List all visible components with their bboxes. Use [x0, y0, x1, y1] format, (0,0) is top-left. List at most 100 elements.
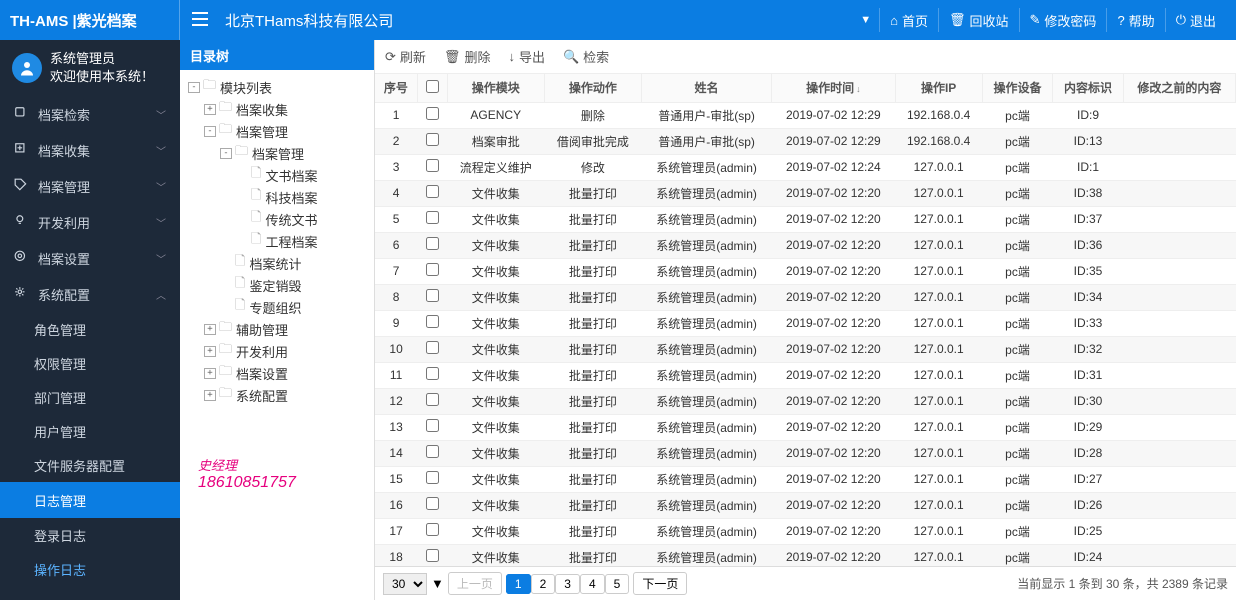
nav-sub-5[interactable]: 日志管理	[0, 482, 180, 518]
expander-icon[interactable]: +	[204, 104, 216, 115]
table-row[interactable]: 2档案审批借阅审批完成普通用户-审批(sp)2019-07-02 12:2919…	[375, 128, 1236, 154]
nav-item-0[interactable]: 档案检索﹀	[0, 96, 180, 132]
row-checkbox[interactable]	[426, 159, 439, 172]
tool-btn-2[interactable]: ↓导出	[508, 47, 545, 66]
nav-sub-0[interactable]: 角色管理	[0, 312, 180, 346]
top-link-0[interactable]: ⌂首页	[879, 8, 938, 32]
nav-item-3[interactable]: 开发利用﹀	[0, 204, 180, 240]
nav-item-4[interactable]: 档案设置﹀	[0, 240, 180, 276]
col-header-2[interactable]: 操作模块	[447, 74, 544, 102]
tree-node-1[interactable]: +🗀档案收集	[184, 98, 370, 120]
table-row[interactable]: 8文件收集批量打印系统管理员(admin)2019-07-02 12:20127…	[375, 284, 1236, 310]
row-checkbox[interactable]	[426, 419, 439, 432]
tree-node-2[interactable]: -🗀档案管理	[184, 120, 370, 142]
row-checkbox[interactable]	[426, 315, 439, 328]
expander-icon[interactable]: +	[204, 390, 216, 401]
tree-node-6[interactable]: 🗋传统文书	[184, 208, 370, 230]
page-button-5[interactable]: 5	[605, 574, 630, 594]
expander-icon[interactable]: -	[220, 148, 232, 159]
row-checkbox[interactable]	[426, 263, 439, 276]
col-header-5[interactable]: 操作时间↓	[772, 74, 895, 102]
page-button-1[interactable]: 1	[506, 574, 531, 594]
table-row[interactable]: 15文件收集批量打印系统管理员(admin)2019-07-02 12:2012…	[375, 466, 1236, 492]
nav-item-5[interactable]: 系统配置︿	[0, 276, 180, 312]
expander-icon[interactable]: -	[188, 82, 200, 93]
table-row[interactable]: 1AGENCY删除普通用户-审批(sp)2019-07-02 12:29192.…	[375, 102, 1236, 128]
col-header-4[interactable]: 姓名	[641, 74, 771, 102]
nav-sub-2[interactable]: 部门管理	[0, 380, 180, 414]
row-checkbox[interactable]	[426, 211, 439, 224]
table-row[interactable]: 7文件收集批量打印系统管理员(admin)2019-07-02 12:20127…	[375, 258, 1236, 284]
expander-icon[interactable]: +	[204, 324, 216, 335]
table-row[interactable]: 10文件收集批量打印系统管理员(admin)2019-07-02 12:2012…	[375, 336, 1236, 362]
menu-toggle-icon[interactable]	[180, 12, 220, 29]
table-row[interactable]: 5文件收集批量打印系统管理员(admin)2019-07-02 12:20127…	[375, 206, 1236, 232]
tree-node-11[interactable]: +🗀辅助管理	[184, 318, 370, 340]
tree-node-9[interactable]: 🗋鉴定销毁	[184, 274, 370, 296]
expander-icon[interactable]: +	[204, 346, 216, 357]
tree-node-0[interactable]: -🗀模块列表	[184, 76, 370, 98]
table-row[interactable]: 14文件收集批量打印系统管理员(admin)2019-07-02 12:2012…	[375, 440, 1236, 466]
nav-sub-1[interactable]: 权限管理	[0, 346, 180, 380]
top-link-2[interactable]: ✎修改密码	[1019, 8, 1107, 32]
table-row[interactable]: 12文件收集批量打印系统管理员(admin)2019-07-02 12:2012…	[375, 388, 1236, 414]
top-link-3[interactable]: ?帮助	[1106, 8, 1164, 32]
col-header-0[interactable]: 序号	[375, 74, 417, 102]
tool-btn-0[interactable]: ⟳刷新	[385, 47, 426, 66]
table-row[interactable]: 13文件收集批量打印系统管理员(admin)2019-07-02 12:2012…	[375, 414, 1236, 440]
page-button-3[interactable]: 3	[555, 574, 580, 594]
col-header-8[interactable]: 内容标识	[1053, 74, 1124, 102]
tree-node-8[interactable]: 🗋档案统计	[184, 252, 370, 274]
tree-node-4[interactable]: 🗋文书档案	[184, 164, 370, 186]
table-row[interactable]: 11文件收集批量打印系统管理员(admin)2019-07-02 12:2012…	[375, 362, 1236, 388]
select-all-checkbox[interactable]	[426, 80, 439, 93]
row-checkbox[interactable]	[426, 341, 439, 354]
row-checkbox[interactable]	[426, 289, 439, 302]
tool-btn-1[interactable]: 🗑删除	[444, 47, 491, 66]
nav-sub-6[interactable]: 登录日志	[0, 518, 180, 552]
row-checkbox[interactable]	[426, 471, 439, 484]
row-checkbox[interactable]	[426, 107, 439, 120]
tree-node-7[interactable]: 🗋工程档案	[184, 230, 370, 252]
nav-item-2[interactable]: 档案管理﹀	[0, 168, 180, 204]
row-checkbox[interactable]	[426, 185, 439, 198]
page-size-select[interactable]: 30	[383, 573, 427, 595]
nav-sub-4[interactable]: 文件服务器配置	[0, 448, 180, 482]
tool-btn-3[interactable]: 🔍检索	[563, 47, 609, 66]
table-row[interactable]: 17文件收集批量打印系统管理员(admin)2019-07-02 12:2012…	[375, 518, 1236, 544]
nav-sub-3[interactable]: 用户管理	[0, 414, 180, 448]
nav-item-1[interactable]: 档案收集﹀	[0, 132, 180, 168]
tree-node-3[interactable]: -🗀档案管理	[184, 142, 370, 164]
table-row[interactable]: 18文件收集批量打印系统管理员(admin)2019-07-02 12:2012…	[375, 544, 1236, 566]
col-header-3[interactable]: 操作动作	[544, 74, 641, 102]
table-row[interactable]: 4文件收集批量打印系统管理员(admin)2019-07-02 12:20127…	[375, 180, 1236, 206]
row-checkbox[interactable]	[426, 393, 439, 406]
row-checkbox[interactable]	[426, 237, 439, 250]
tree-node-5[interactable]: 🗋科技档案	[184, 186, 370, 208]
top-link-4[interactable]: ⏻退出	[1165, 8, 1226, 32]
tree-node-13[interactable]: +🗀档案设置	[184, 362, 370, 384]
row-checkbox[interactable]	[426, 445, 439, 458]
top-link-1[interactable]: 🗑回收站	[938, 8, 1019, 32]
col-header-9[interactable]: 修改之前的内容	[1123, 74, 1235, 102]
row-checkbox[interactable]	[426, 549, 439, 562]
expander-icon[interactable]: +	[204, 368, 216, 379]
tree-node-12[interactable]: +🗀开发利用	[184, 340, 370, 362]
table-row[interactable]: 16文件收集批量打印系统管理员(admin)2019-07-02 12:2012…	[375, 492, 1236, 518]
row-checkbox[interactable]	[426, 367, 439, 380]
col-header-1[interactable]	[417, 74, 447, 102]
page-button-4[interactable]: 4	[580, 574, 605, 594]
next-page-button[interactable]: 下一页	[633, 572, 687, 595]
expander-icon[interactable]: -	[204, 126, 216, 137]
table-row[interactable]: 9文件收集批量打印系统管理员(admin)2019-07-02 12:20127…	[375, 310, 1236, 336]
row-checkbox[interactable]	[426, 523, 439, 536]
col-header-6[interactable]: 操作IP	[895, 74, 982, 102]
col-header-7[interactable]: 操作设备	[982, 74, 1053, 102]
row-checkbox[interactable]	[426, 497, 439, 510]
nav-sub-7[interactable]: 操作日志	[0, 552, 180, 586]
table-row[interactable]: 6文件收集批量打印系统管理员(admin)2019-07-02 12:20127…	[375, 232, 1236, 258]
page-button-2[interactable]: 2	[531, 574, 556, 594]
chevron-down-icon[interactable]: ▼	[852, 14, 879, 26]
tree-node-14[interactable]: +🗀系统配置	[184, 384, 370, 406]
tree-node-10[interactable]: 🗋专题组织	[184, 296, 370, 318]
